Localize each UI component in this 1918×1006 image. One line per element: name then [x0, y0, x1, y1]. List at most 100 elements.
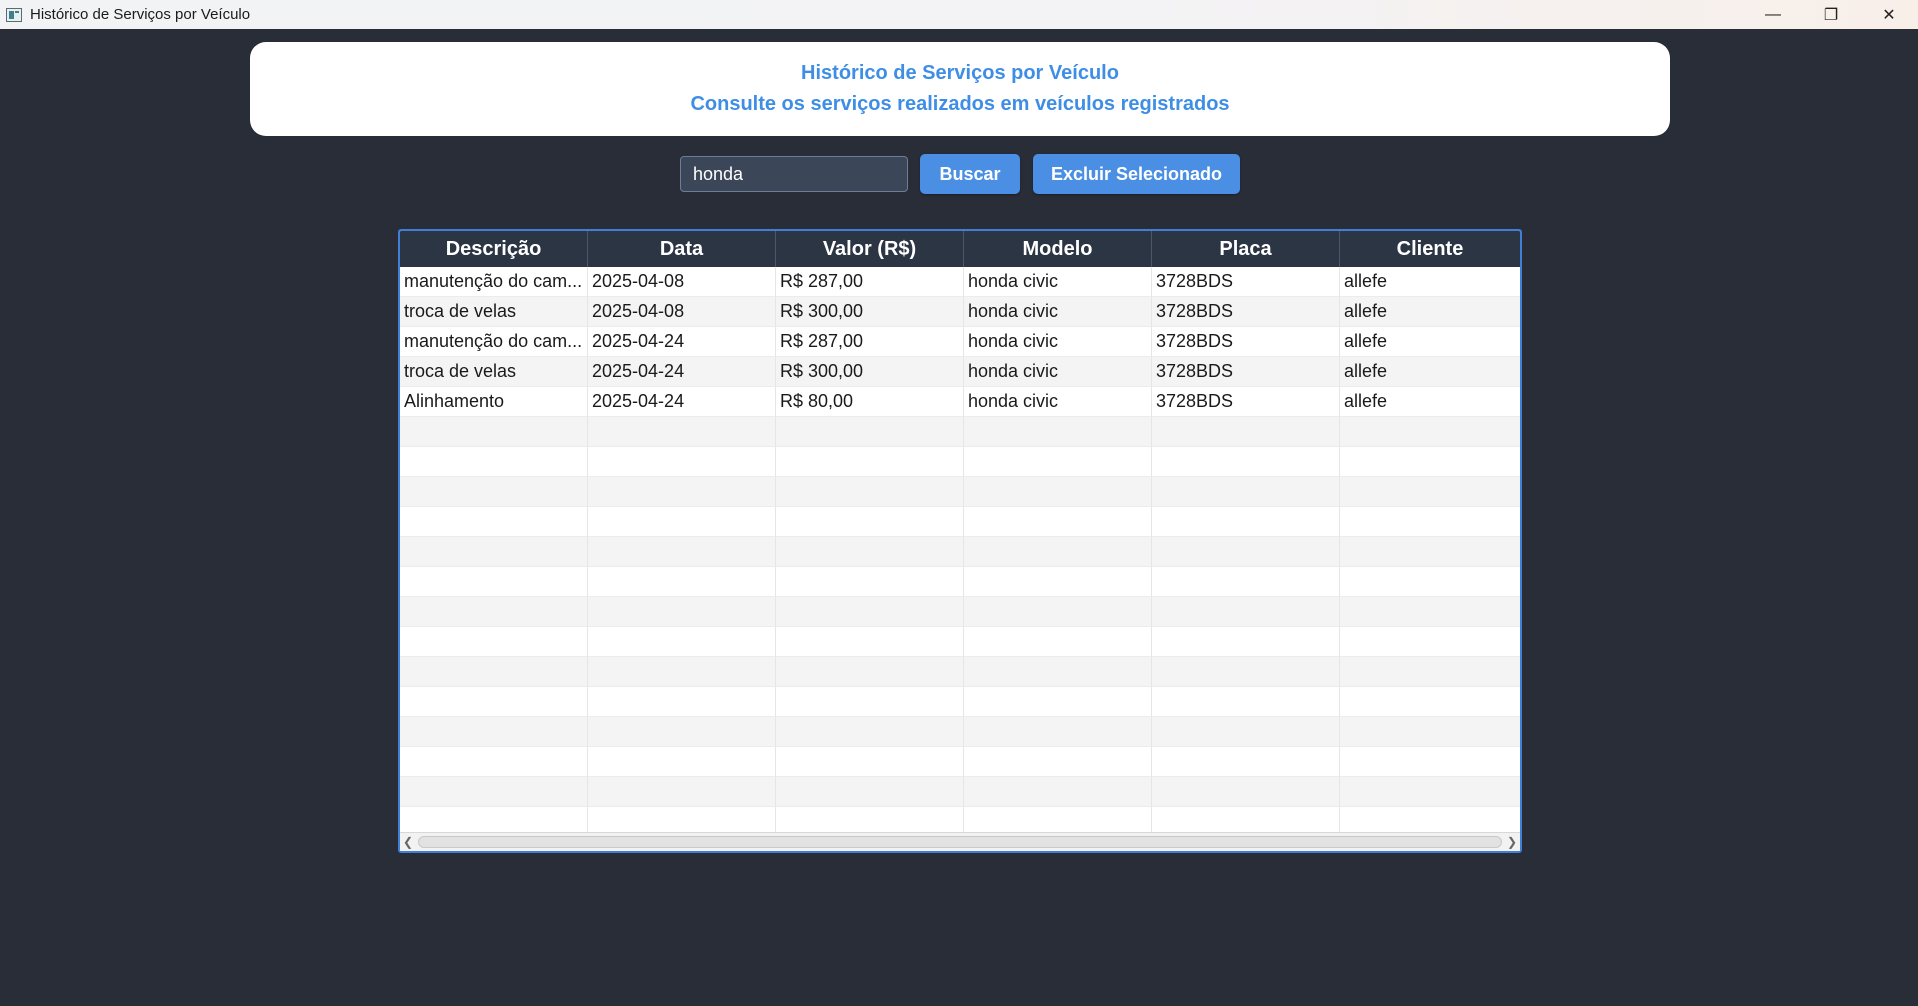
table-cell: [400, 627, 588, 657]
table-cell: [588, 687, 776, 717]
table-cell: [1340, 717, 1520, 747]
table-cell: R$ 300,00: [776, 357, 964, 387]
table-cell: Alinhamento: [400, 387, 588, 417]
table-cell: [776, 417, 964, 447]
services-table[interactable]: Descrição Data Valor (R$) Modelo Placa C…: [398, 229, 1522, 853]
table-body: manutenção do cam... 2025-04-08 R$ 287,00 h…: [400, 267, 1520, 837]
table-header: Descrição Data Valor (R$) Modelo Placa C…: [400, 231, 1520, 267]
table-cell: honda civic: [964, 327, 1152, 357]
table-row[interactable]: manutenção do cam... 2025-04-08 R$ 287,00 h…: [400, 267, 1520, 297]
horizontal-scrollbar[interactable]: ❮ ❯: [400, 832, 1520, 851]
table-cell: [400, 477, 588, 507]
table-row[interactable]: manutenção do cam... 2025-04-24 R$ 287,00 h…: [400, 327, 1520, 357]
table-cell: [400, 537, 588, 567]
table-cell: 3728BDS: [1152, 297, 1340, 327]
window-controls: — ❐ ✕: [1744, 0, 1918, 29]
table-cell: [400, 717, 588, 747]
table-cell: troca de velas: [400, 357, 588, 387]
table-cell: [776, 717, 964, 747]
table-cell: R$ 80,00: [776, 387, 964, 417]
restore-button[interactable]: ❐: [1802, 0, 1860, 29]
empty-table-row: [400, 567, 1520, 597]
column-header-descricao[interactable]: Descrição: [400, 231, 588, 267]
table-cell: [588, 447, 776, 477]
table-cell: [1340, 447, 1520, 477]
table-cell: [1340, 657, 1520, 687]
table-cell: 3728BDS: [1152, 387, 1340, 417]
search-button[interactable]: Buscar: [920, 154, 1020, 194]
scrollbar-thumb[interactable]: [418, 836, 1502, 848]
table-cell: [1152, 477, 1340, 507]
empty-table-row: [400, 717, 1520, 747]
table-cell: [1152, 507, 1340, 537]
window-title: Histórico de Serviços por Veículo: [30, 6, 251, 23]
table-cell: [964, 477, 1152, 507]
table-cell: [588, 627, 776, 657]
table-cell: [400, 507, 588, 537]
table-cell: troca de velas: [400, 297, 588, 327]
table-cell: R$ 287,00: [776, 267, 964, 297]
empty-table-row: [400, 597, 1520, 627]
table-cell: honda civic: [964, 357, 1152, 387]
table-row[interactable]: Alinhamento 2025-04-24 R$ 80,00 honda civic…: [400, 387, 1520, 417]
table-cell: honda civic: [964, 297, 1152, 327]
delete-selected-button[interactable]: Excluir Selecionado: [1033, 154, 1240, 194]
table-cell: R$ 300,00: [776, 297, 964, 327]
minimize-button[interactable]: —: [1744, 0, 1802, 29]
table-cell: [1152, 627, 1340, 657]
column-header-modelo[interactable]: Modelo: [964, 231, 1152, 267]
table-cell: 3728BDS: [1152, 357, 1340, 387]
table-cell: [1340, 777, 1520, 807]
table-cell: honda civic: [964, 387, 1152, 417]
table-cell: [588, 477, 776, 507]
table-cell: honda civic: [964, 267, 1152, 297]
table-cell: [1340, 507, 1520, 537]
table-cell: 2025-04-08: [588, 267, 776, 297]
scroll-right-icon[interactable]: ❯: [1504, 833, 1520, 851]
search-input[interactable]: [680, 156, 908, 192]
table-cell: [776, 567, 964, 597]
table-cell: [1152, 687, 1340, 717]
column-header-placa[interactable]: Placa: [1152, 231, 1340, 267]
table-cell: [776, 447, 964, 477]
table-cell: [1152, 747, 1340, 777]
table-cell: [1340, 417, 1520, 447]
empty-table-row: [400, 447, 1520, 477]
header-card: Histórico de Serviços por Veículo Consul…: [250, 42, 1670, 136]
table-cell: [588, 747, 776, 777]
close-button[interactable]: ✕: [1860, 0, 1918, 29]
table-cell: [400, 777, 588, 807]
page-title: Histórico de Serviços por Veículo: [801, 62, 1119, 84]
table-cell: 2025-04-24: [588, 327, 776, 357]
scroll-left-icon[interactable]: ❮: [400, 833, 416, 851]
empty-table-row: [400, 537, 1520, 567]
table-cell: [400, 747, 588, 777]
empty-table-row: [400, 417, 1520, 447]
table-cell: R$ 287,00: [776, 327, 964, 357]
table-cell: [1152, 777, 1340, 807]
table-cell: [400, 447, 588, 477]
table-cell: allefe: [1340, 327, 1520, 357]
table-cell: [1340, 627, 1520, 657]
app-icon: [6, 7, 22, 22]
table-cell: allefe: [1340, 357, 1520, 387]
table-cell: [964, 417, 1152, 447]
table-cell: [400, 657, 588, 687]
empty-table-row: [400, 477, 1520, 507]
table-cell: [1152, 447, 1340, 477]
table-cell: [1152, 657, 1340, 687]
table-row[interactable]: troca de velas 2025-04-24 R$ 300,00 honda c…: [400, 357, 1520, 387]
table-cell: [588, 507, 776, 537]
empty-table-row: [400, 657, 1520, 687]
table-row[interactable]: troca de velas 2025-04-08 R$ 300,00 honda c…: [400, 297, 1520, 327]
column-header-valor[interactable]: Valor (R$): [776, 231, 964, 267]
table-cell: [400, 597, 588, 627]
empty-table-row: [400, 747, 1520, 777]
column-header-data[interactable]: Data: [588, 231, 776, 267]
table-cell: [400, 417, 588, 447]
table-cell: [964, 747, 1152, 777]
table-cell: 3728BDS: [1152, 267, 1340, 297]
empty-table-row: [400, 777, 1520, 807]
column-header-cliente[interactable]: Cliente: [1340, 231, 1520, 267]
table-cell: [588, 537, 776, 567]
